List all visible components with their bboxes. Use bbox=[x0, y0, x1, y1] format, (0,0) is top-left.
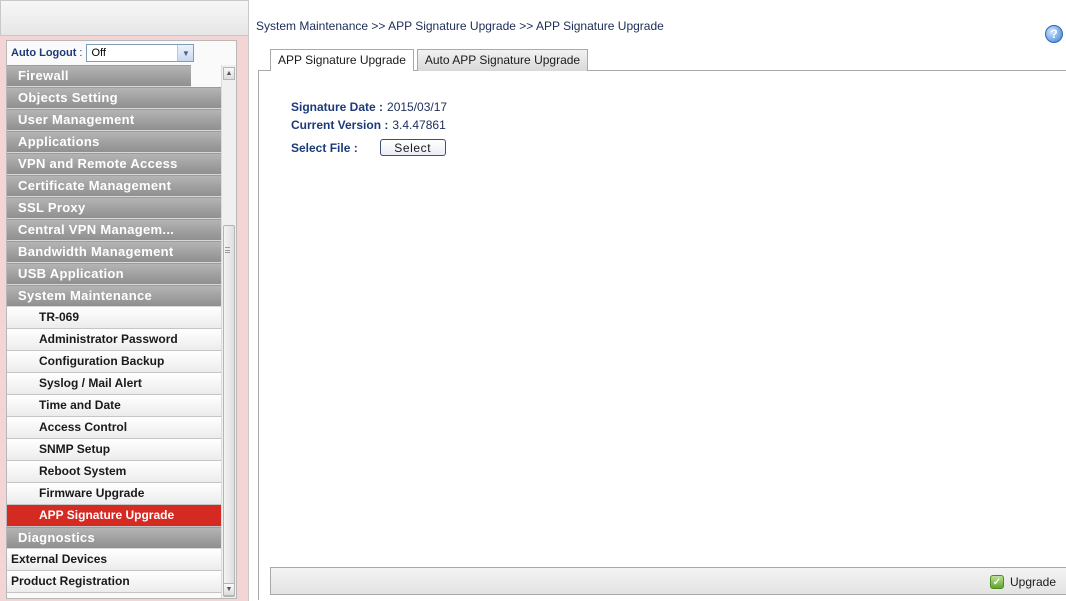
tab-bar: APP Signature Upgrade Auto APP Signature… bbox=[270, 49, 591, 71]
bottom-toolbar bbox=[270, 567, 1066, 595]
menu-group-firewall[interactable]: Firewall bbox=[7, 65, 191, 87]
menu-group-diagnostics[interactable]: Diagnostics bbox=[7, 527, 221, 549]
auto-logout-label: Auto Logout bbox=[11, 47, 77, 59]
auto-logout-value: Off bbox=[91, 47, 106, 59]
sidebar-item-tr069[interactable]: TR-069 bbox=[7, 307, 221, 329]
current-version-row: Current Version : 3.4.47861 bbox=[291, 118, 446, 132]
grip-icon bbox=[225, 247, 230, 253]
scroll-down-icon[interactable]: ▼ bbox=[223, 583, 235, 596]
chevron-down-icon[interactable]: ▼ bbox=[177, 45, 194, 61]
sidebar-item-snmp-setup[interactable]: SNMP Setup bbox=[7, 439, 221, 461]
sidebar-item-firmware-upgrade[interactable]: Firmware Upgrade bbox=[7, 483, 221, 505]
scroll-up-icon[interactable]: ▲ bbox=[223, 67, 235, 80]
select-file-row: Select File : Select bbox=[291, 139, 446, 156]
sidebar-item-app-signature-upgrade[interactable]: APP Signature Upgrade bbox=[7, 505, 221, 527]
sidebar-menu: Auto Logout : Off ▼ Firewall Objects Set… bbox=[6, 40, 237, 599]
auto-logout-row: Auto Logout : Off ▼ bbox=[7, 41, 236, 65]
auto-logout-separator: : bbox=[79, 47, 83, 59]
tab-auto-app-signature-upgrade[interactable]: Auto APP Signature Upgrade bbox=[416, 49, 589, 71]
sidebar-item-time-and-date[interactable]: Time and Date bbox=[7, 395, 221, 417]
current-version-label: Current Version : bbox=[291, 118, 389, 132]
current-version-value: 3.4.47861 bbox=[392, 118, 446, 132]
menu-group-ssl-proxy[interactable]: SSL Proxy bbox=[7, 197, 221, 219]
auto-logout-select[interactable]: Off ▼ bbox=[86, 44, 195, 62]
tab-app-signature-upgrade[interactable]: APP Signature Upgrade bbox=[270, 49, 414, 71]
upgrade-label: Upgrade bbox=[1010, 575, 1057, 589]
menu-group-central-vpn-management[interactable]: Central VPN Managem... bbox=[7, 219, 221, 241]
sidebar-item-administrator-password[interactable]: Administrator Password bbox=[7, 329, 221, 351]
menu-group-objects-setting[interactable]: Objects Setting bbox=[7, 87, 221, 109]
sidebar-item-access-control[interactable]: Access Control bbox=[7, 417, 221, 439]
menu-group-applications[interactable]: Applications bbox=[7, 131, 221, 153]
select-file-button[interactable]: Select bbox=[379, 139, 446, 156]
sidebar-item-external-devices[interactable]: External Devices bbox=[7, 549, 221, 571]
sidebar: Auto Logout : Off ▼ Firewall Objects Set… bbox=[0, 36, 249, 601]
menu-group-certificate-management[interactable]: Certificate Management bbox=[7, 175, 221, 197]
menu-group-usb-application[interactable]: USB Application bbox=[7, 263, 221, 285]
sidebar-item-configuration-backup[interactable]: Configuration Backup bbox=[7, 351, 221, 373]
breadcrumb: System Maintenance >> APP Signature Upgr… bbox=[256, 19, 664, 33]
sidebar-header bbox=[0, 0, 249, 36]
sidebar-item-reboot-system[interactable]: Reboot System bbox=[7, 461, 221, 483]
sidebar-scrollbar[interactable]: ▲ ▼ bbox=[221, 65, 236, 598]
upgrade-icon: ✓ bbox=[990, 575, 1004, 589]
signature-date-row: Signature Date : 2015/03/17 bbox=[291, 100, 447, 114]
sidebar-item-syslog-mail-alert[interactable]: Syslog / Mail Alert bbox=[7, 373, 221, 395]
menu-group-user-management[interactable]: User Management bbox=[7, 109, 221, 131]
menu-group-bandwidth-management[interactable]: Bandwidth Management bbox=[7, 241, 221, 263]
scrollbar-thumb[interactable] bbox=[223, 225, 235, 597]
select-file-label: Select File : bbox=[291, 140, 358, 155]
signature-date-value: 2015/03/17 bbox=[387, 100, 448, 114]
help-icon[interactable]: ? bbox=[1045, 25, 1063, 43]
signature-date-label: Signature Date : bbox=[291, 100, 384, 114]
menu-group-vpn-remote-access[interactable]: VPN and Remote Access bbox=[7, 153, 221, 175]
upgrade-button[interactable]: ✓ Upgrade bbox=[990, 573, 1056, 591]
menu-group-system-maintenance[interactable]: System Maintenance bbox=[7, 285, 221, 307]
sidebar-item-product-registration[interactable]: Product Registration bbox=[7, 571, 221, 593]
